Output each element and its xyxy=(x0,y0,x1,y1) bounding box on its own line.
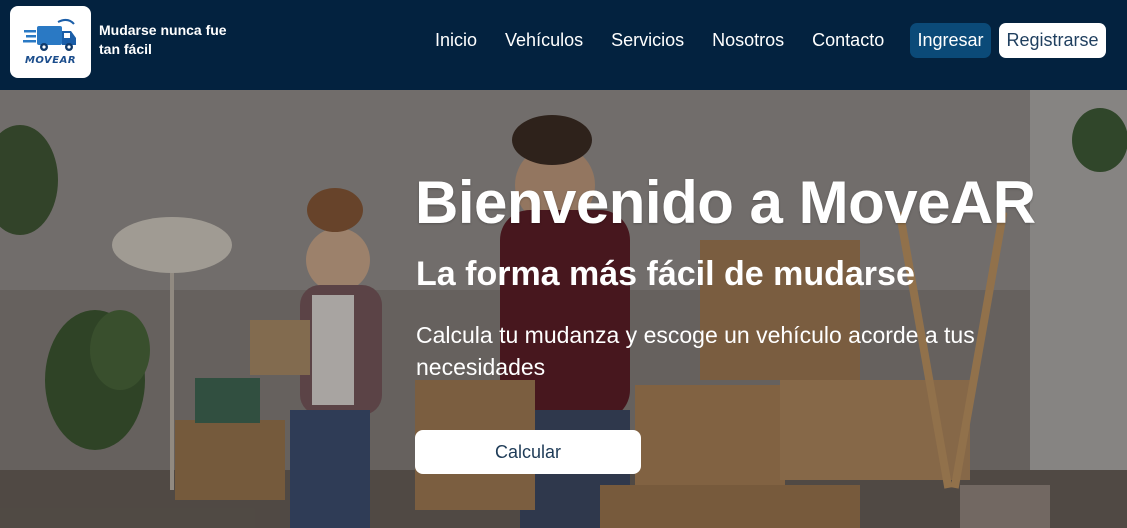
hero-description: Calcula tu mudanza y escoge un vehículo … xyxy=(416,322,975,380)
nav-link-vehiculos[interactable]: Vehículos xyxy=(505,30,583,51)
brand-tagline: Mudarse nunca fue tan fácil xyxy=(99,22,227,57)
main-nav: Inicio Vehículos Servicios Nosotros Cont… xyxy=(435,22,912,59)
navbar: MOVEAR Mudarse nunca fue tan fácil Inici… xyxy=(0,0,1127,90)
brand-logo[interactable]: MOVEAR xyxy=(10,6,91,78)
moving-truck-icon xyxy=(22,18,76,51)
hero-section: Bienvenido a MoveAR La forma más fácil d… xyxy=(0,90,1127,528)
nav-link-contacto[interactable]: Contacto xyxy=(812,30,884,51)
nav-link-nosotros[interactable]: Nosotros xyxy=(712,30,784,51)
nav-link-inicio[interactable]: Inicio xyxy=(435,30,477,51)
hero-subtitle: La forma más fácil de mudarse xyxy=(416,255,915,293)
hero-title: Bienvenido a MoveAR xyxy=(415,169,1036,236)
login-button[interactable]: Ingresar xyxy=(910,23,991,58)
register-button[interactable]: Registrarse xyxy=(999,23,1106,58)
nav-link-servicios[interactable]: Servicios xyxy=(611,30,684,51)
logo-wordmark: MOVEAR xyxy=(24,55,77,66)
calculate-button[interactable]: Calcular xyxy=(415,430,641,474)
